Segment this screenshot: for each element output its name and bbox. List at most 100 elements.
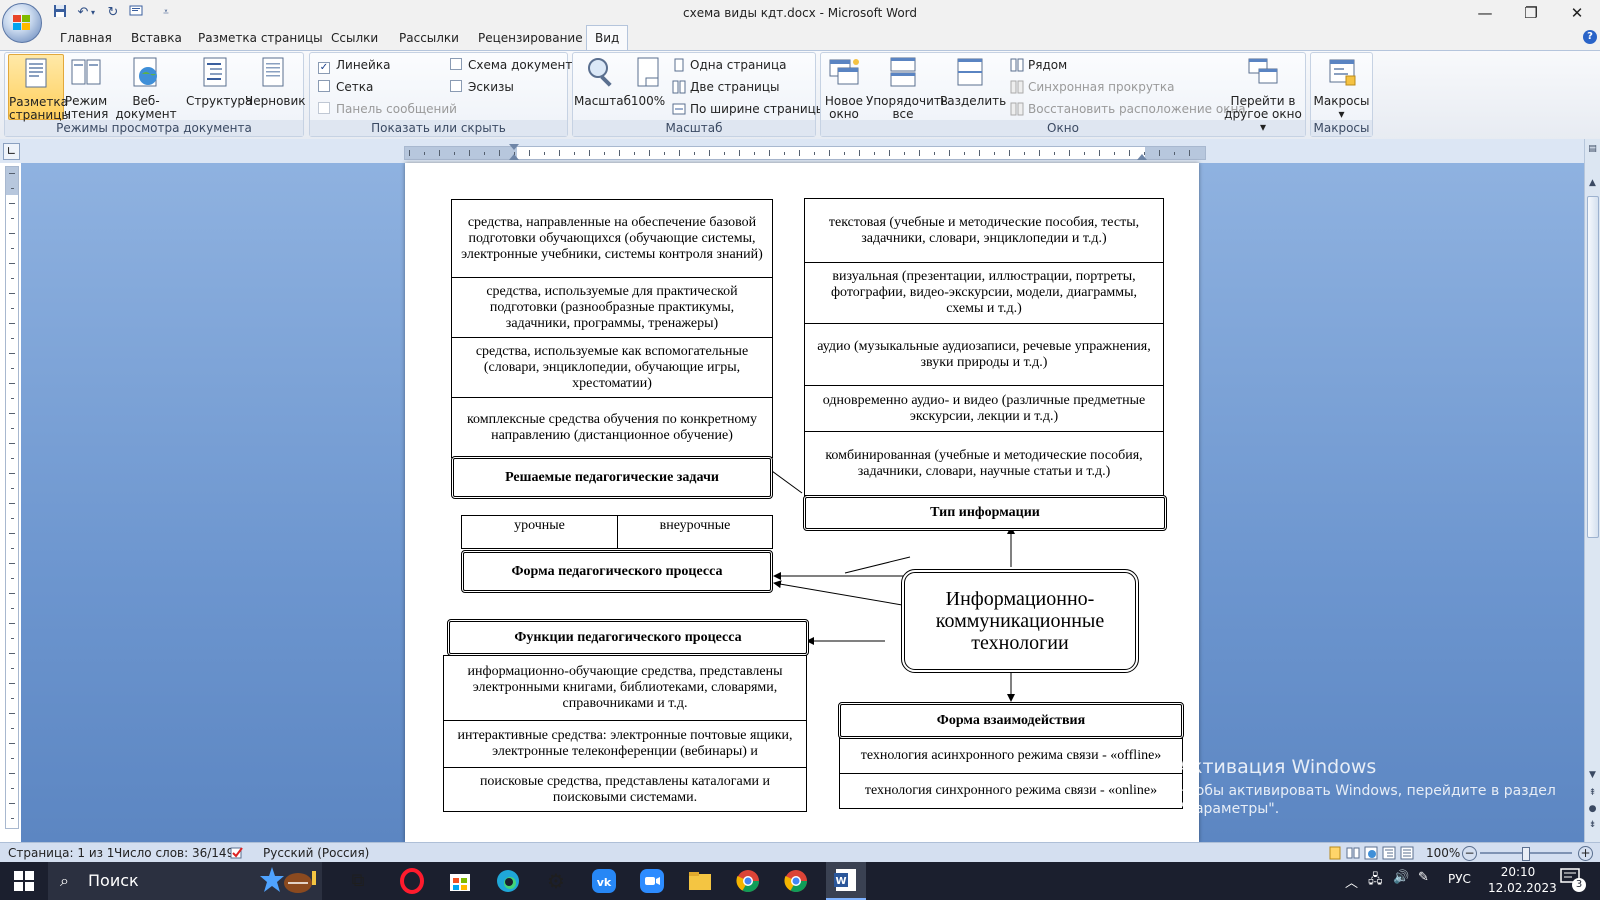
pen-icon[interactable]: ✎ <box>1418 870 1429 885</box>
draft-button[interactable]: Черновик <box>245 54 306 120</box>
grid-checkbox[interactable]: Сетка <box>318 78 373 96</box>
settings-gear-icon[interactable]: ⚙ <box>541 866 571 896</box>
network-icon[interactable]: 🖧 <box>1368 870 1383 892</box>
ruler-tick <box>844 152 845 155</box>
ruler-tick <box>694 152 695 155</box>
tab-mailings[interactable]: Рассылки <box>391 27 467 50</box>
zoom-button[interactable]: Масштаб <box>574 54 632 120</box>
restore-button[interactable]: ❐ <box>1508 0 1554 27</box>
tray-overflow-icon[interactable]: ︿ <box>1345 872 1358 891</box>
outline-button[interactable]: Структура <box>186 54 252 120</box>
ruler-tick <box>9 323 15 324</box>
first-line-indent-marker[interactable] <box>509 144 519 150</box>
tab-page-layout[interactable]: Разметка страницы <box>190 27 331 50</box>
ruler-checkbox[interactable]: ✓ Линейка <box>318 56 390 74</box>
zoom-slider-thumb[interactable] <box>1522 847 1530 861</box>
volume-icon[interactable]: 🔊 <box>1393 870 1409 885</box>
ruler-tick <box>979 150 980 156</box>
zoom-level[interactable]: 100% <box>1426 843 1460 863</box>
windows-start-icon[interactable] <box>14 871 34 891</box>
ruler-toggle-icon[interactable]: ▤ <box>1586 143 1599 156</box>
tab-references[interactable]: Ссылки <box>323 27 386 50</box>
ruler-tick <box>11 428 14 429</box>
two-pages-button[interactable]: Две страницы <box>672 78 780 96</box>
scroll-up-icon[interactable]: ▲ <box>1586 177 1599 190</box>
ruler-tick <box>11 788 14 789</box>
microsoft-store-icon[interactable] <box>445 866 475 896</box>
checkbox-label: Схема документа <box>468 58 580 72</box>
ruler-tick <box>9 743 15 744</box>
side-by-side-button[interactable]: Рядом <box>1010 56 1067 74</box>
file-explorer-icon[interactable] <box>685 866 715 896</box>
vertical-scrollbar[interactable]: ▤ ▲ ▼ ⇞ ● ⇟ <box>1584 139 1600 842</box>
close-button[interactable]: ✕ <box>1554 0 1600 27</box>
ruler-margin-right <box>1145 147 1205 159</box>
previous-page-icon[interactable]: ⇞ <box>1586 787 1599 800</box>
tab-home[interactable]: Главная <box>52 27 120 50</box>
page-count-status[interactable]: Страница: 1 из 1 <box>8 843 114 863</box>
ruler-tick <box>409 150 410 156</box>
one-page-button[interactable]: Одна страница <box>672 56 786 74</box>
proofing-icon[interactable] <box>230 846 244 860</box>
ruler-tick <box>9 503 15 504</box>
button-label: Одна страница <box>690 58 787 72</box>
keyboard-language[interactable]: РУС <box>1448 872 1471 886</box>
horizontal-ruler[interactable] <box>404 144 1206 160</box>
info-type-header: Тип информации <box>803 495 1167 531</box>
print-layout-button[interactable]: Разметка страницы <box>8 54 71 122</box>
document-page[interactable]: средства, направленные на обеспечение ба… <box>405 163 1199 842</box>
office-button[interactable] <box>2 3 42 43</box>
edge-icon[interactable] <box>493 866 523 896</box>
opera-icon[interactable] <box>397 866 427 896</box>
new-window-button[interactable]: Новое окно <box>822 54 866 121</box>
ped-form-header: Форма педагогического процесса <box>461 550 773 593</box>
taskbar-search-box[interactable]: ⌕ Поиск <box>48 862 322 900</box>
ruler-tick <box>574 152 575 155</box>
tab-insert[interactable]: Вставка <box>123 27 190 50</box>
vk-icon[interactable]: vk <box>589 866 619 896</box>
button-label: Масштаб <box>574 94 632 108</box>
vertical-ruler[interactable] <box>5 166 19 829</box>
browse-object-icon[interactable]: ● <box>1586 803 1599 816</box>
group-label: Масштаб <box>573 120 815 136</box>
language-status[interactable]: Русский (Россия) <box>263 843 369 863</box>
ruler-tick <box>11 608 14 609</box>
zoom-app-icon[interactable] <box>637 866 667 896</box>
button-label: страницы <box>9 108 71 122</box>
ruler-margin-left <box>405 147 517 159</box>
tab-stop-selector[interactable]: ∟ <box>3 143 20 160</box>
button-label: Веб-документ <box>115 94 177 121</box>
document-map-checkbox[interactable]: Схема документа <box>450 56 580 74</box>
next-page-icon[interactable]: ⇟ <box>1586 819 1599 832</box>
taskbar-clock[interactable]: 20:10 12.02.2023 <box>1488 864 1557 896</box>
word-taskbar-button[interactable]: W <box>826 862 866 900</box>
chrome-icon[interactable] <box>733 866 763 896</box>
zoom-out-icon[interactable]: − <box>1462 846 1477 861</box>
ruler-tick <box>9 263 15 264</box>
chrome-icon[interactable] <box>781 866 811 896</box>
zoom-in-icon[interactable]: + <box>1578 846 1593 861</box>
page-width-button[interactable]: По ширине страницы <box>672 100 825 118</box>
right-indent-marker[interactable] <box>1137 154 1147 160</box>
word-count-status[interactable]: Число слов: 36/149 <box>114 843 234 863</box>
minimize-button[interactable]: — <box>1462 0 1508 27</box>
switch-windows-icon <box>1248 58 1278 84</box>
task-view-icon[interactable]: ⧉ <box>343 866 373 896</box>
scrollbar-thumb[interactable] <box>1587 196 1599 538</box>
macros-button[interactable]: Макросы ▾ <box>1312 54 1371 121</box>
ruler-tick <box>11 338 14 339</box>
help-icon[interactable]: ? <box>1583 30 1597 44</box>
switch-windows-button[interactable]: Перейти в другое окно ▾ <box>1224 54 1302 134</box>
zoom-100-button[interactable]: 100% <box>630 54 666 120</box>
tab-review[interactable]: Рецензирование <box>470 27 591 50</box>
tab-view[interactable]: Вид <box>586 25 629 51</box>
web-layout-button[interactable]: Веб-документ <box>108 54 184 121</box>
thumbnails-checkbox[interactable]: Эскизы <box>450 78 514 96</box>
arrange-all-button[interactable]: Упорядочить все <box>866 54 948 121</box>
office-logo-icon <box>13 15 30 30</box>
scroll-down-icon[interactable]: ▼ <box>1586 769 1599 782</box>
reset-position-icon <box>1010 102 1024 116</box>
notifications-button[interactable]: 3 <box>1560 868 1588 892</box>
full-screen-reading-button[interactable]: Режим чтения <box>64 54 108 121</box>
split-button[interactable]: Разделить <box>940 54 1006 120</box>
